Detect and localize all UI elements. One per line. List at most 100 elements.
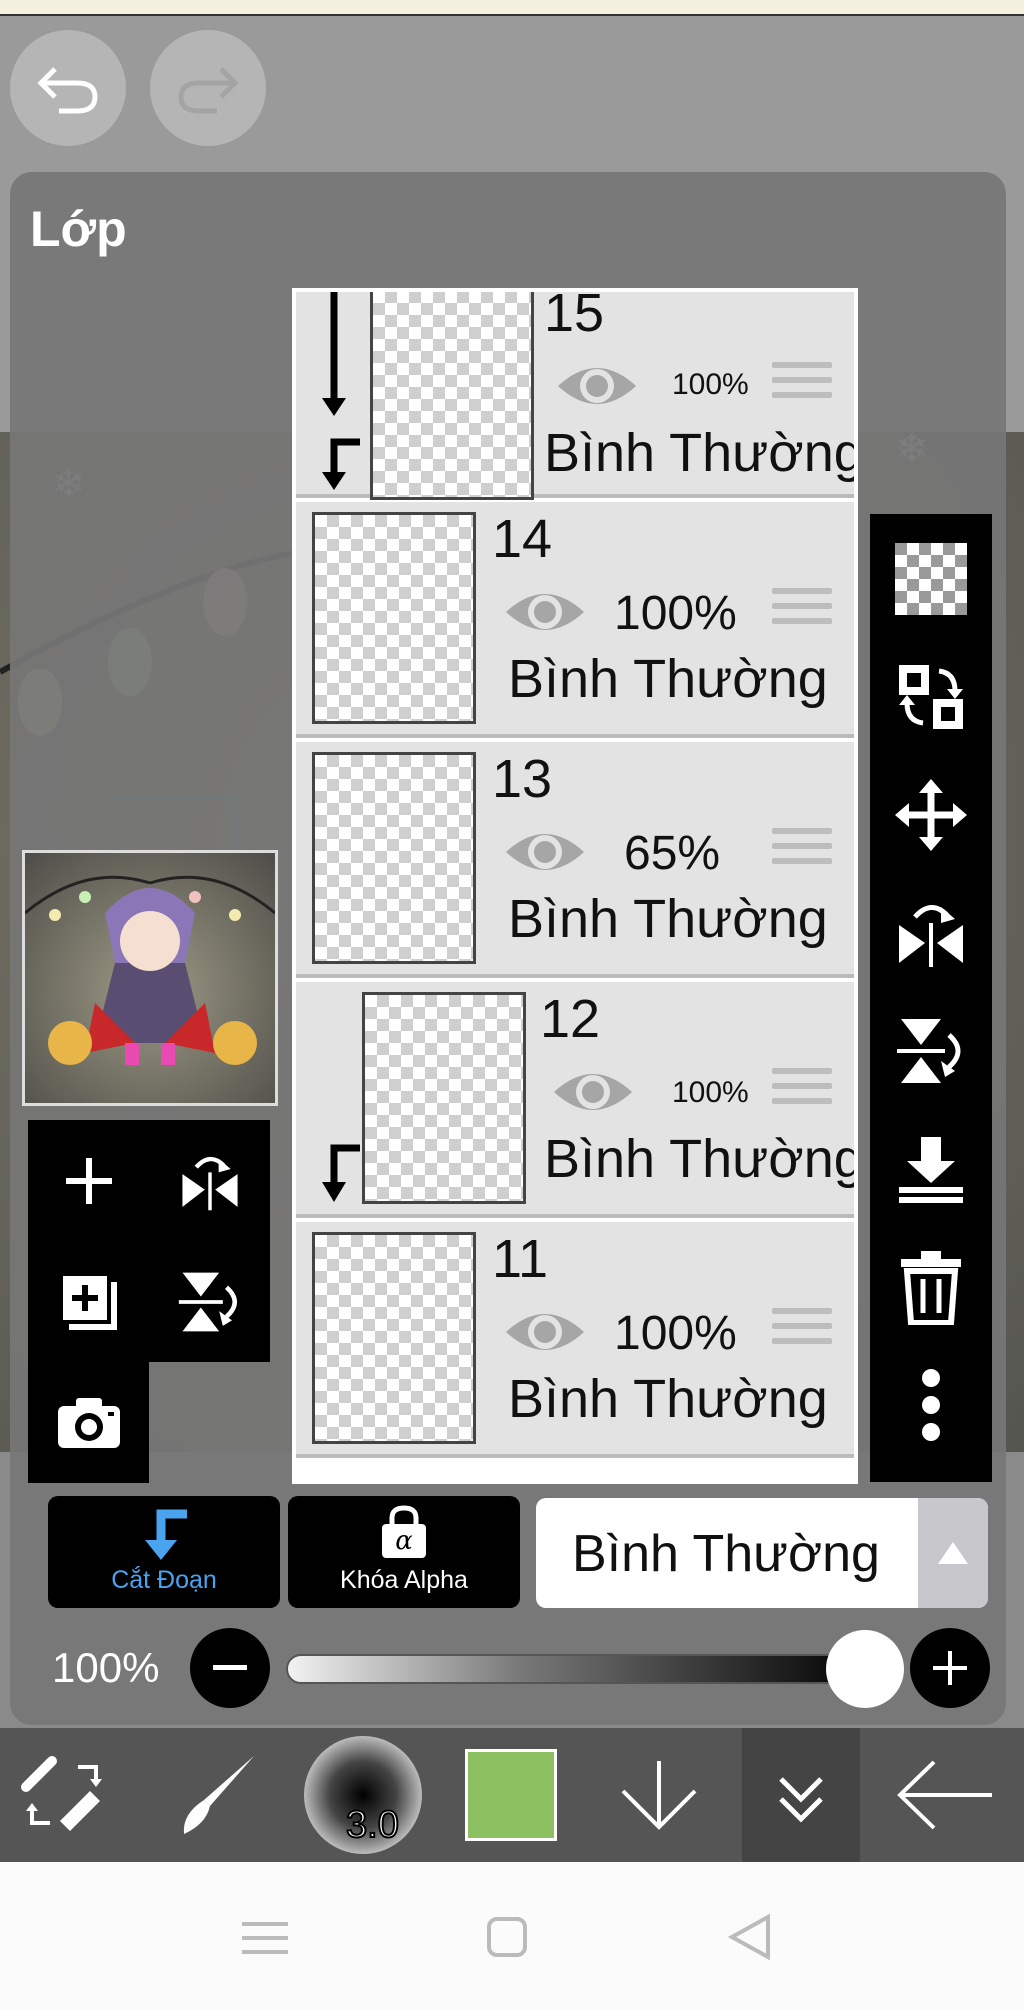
brush-icon <box>183 1756 254 1834</box>
drag-handle-icon[interactable] <box>772 362 832 414</box>
alpha-symbol: α <box>395 1526 413 1556</box>
plus-icon <box>933 1651 967 1685</box>
flip-horizontal-canvas-button[interactable] <box>149 1120 270 1241</box>
undo-button[interactable] <box>10 30 126 146</box>
plus-icon <box>65 1157 112 1204</box>
merge-down-button[interactable] <box>870 1114 992 1224</box>
flip-horizontal-button[interactable] <box>870 878 992 988</box>
eye-icon[interactable] <box>502 822 588 882</box>
status-strip <box>0 0 1024 16</box>
layers-panel-button[interactable] <box>742 1728 860 1862</box>
swap-layers-icon <box>899 665 963 729</box>
current-color-swatch <box>465 1749 557 1841</box>
layer-thumbnail <box>312 512 476 724</box>
layer-blend-mode: Bình Thường <box>508 649 828 709</box>
brush-tool-button[interactable] <box>150 1728 280 1862</box>
layer-list[interactable]: 15 100% Bình Thường 14 100% Bình Thường … <box>292 288 858 1484</box>
layer-thumbnail <box>370 292 534 500</box>
drag-handle-icon[interactable] <box>772 1068 832 1120</box>
drag-handle-icon[interactable] <box>772 588 832 640</box>
brush-size-button[interactable]: 3.0 <box>298 1728 428 1862</box>
back-triangle-icon[interactable] <box>728 1914 772 1960</box>
layer-blend-mode: Bình Thường <box>508 889 828 949</box>
layer-row-14[interactable]: 14 100% Bình Thường <box>296 502 854 738</box>
opacity-slider-knob[interactable] <box>826 1630 904 1708</box>
layer-add-tools <box>28 1120 270 1483</box>
artwork-preview <box>25 875 275 1065</box>
flip-vertical-icon <box>178 1272 237 1331</box>
blend-mode-select[interactable]: Bình Thường <box>536 1498 988 1608</box>
decrease-opacity-button[interactable] <box>190 1628 270 1708</box>
layer-number: 12 <box>540 989 601 1049</box>
layer-blend-mode: Bình Thường <box>508 1369 828 1429</box>
transparent-fill-button[interactable] <box>870 524 992 634</box>
undo-icon <box>37 67 98 114</box>
add-layer-button[interactable] <box>28 1120 149 1241</box>
clip-arrow-icon <box>322 292 360 490</box>
clipping-label: Cắt Đoạn <box>111 1566 217 1594</box>
clip-arrow-icon <box>322 1144 360 1202</box>
flip-vertical-icon <box>897 1019 961 1083</box>
flip-vertical-button[interactable] <box>870 996 992 1106</box>
layer-opacity: 100% <box>614 1307 737 1360</box>
camera-import-button[interactable] <box>28 1362 149 1483</box>
more-options-button[interactable] <box>870 1350 992 1460</box>
layer-thumbnail <box>312 1232 476 1444</box>
duplicate-layer-button[interactable] <box>28 1241 149 1362</box>
delete-layer-button[interactable] <box>870 1232 992 1342</box>
blend-mode-value: Bình Thường <box>572 1525 880 1583</box>
trash-icon <box>901 1251 961 1325</box>
layer-opacity: 65% <box>624 827 721 880</box>
clipping-arrow-icon <box>145 1509 187 1560</box>
layer-row-15[interactable]: 15 100% Bình Thường <box>296 292 854 500</box>
layer-down-button[interactable] <box>594 1728 724 1862</box>
layer-thumbnail <box>362 992 526 1204</box>
chevrons-down-icon <box>779 1777 823 1823</box>
clipping-button[interactable]: Cắt Đoạn <box>48 1496 280 1608</box>
move-layer-button[interactable] <box>870 760 992 870</box>
arrow-down-icon <box>621 1761 697 1830</box>
brush-eraser-swap-icon <box>21 1756 102 1831</box>
home-icon[interactable] <box>486 1916 528 1958</box>
eye-icon[interactable] <box>502 582 588 642</box>
color-picker-button[interactable] <box>446 1728 576 1862</box>
eye-icon[interactable] <box>554 356 640 416</box>
menu-icon[interactable] <box>242 1920 288 1956</box>
move-icon <box>895 779 967 851</box>
brush-size-value: 3.0 <box>345 1803 400 1847</box>
layer-row-13[interactable]: 13 65% Bình Thường <box>296 742 854 978</box>
back-button[interactable] <box>876 1728 1016 1862</box>
triangle-up-icon <box>938 1542 968 1564</box>
layer-row-11[interactable]: 11 100% Bình Thường <box>296 1222 854 1458</box>
layer-thumbnail <box>312 752 476 964</box>
flip-vertical-canvas-button[interactable] <box>149 1241 270 1362</box>
layer-actions-toolbar <box>870 514 992 1482</box>
system-navigation-bar <box>0 1862 1024 2010</box>
layer-row-12[interactable]: 12 100% Bình Thường <box>296 982 854 1218</box>
flip-horizontal-icon <box>899 905 963 967</box>
opacity-slider-track[interactable] <box>286 1654 872 1684</box>
layer-opacity: 100% <box>614 587 737 640</box>
brush-eraser-toggle-button[interactable] <box>0 1728 130 1862</box>
alpha-lock-button[interactable]: α Khóa Alpha <box>288 1496 520 1608</box>
merge-down-icon <box>899 1137 963 1203</box>
eye-icon[interactable] <box>550 1062 636 1122</box>
layer-opacity: 100% <box>672 1076 749 1109</box>
increase-opacity-button[interactable] <box>910 1628 990 1708</box>
drag-handle-icon[interactable] <box>772 1308 832 1360</box>
eye-icon[interactable] <box>502 1302 588 1362</box>
camera-icon <box>57 1397 120 1448</box>
duplicate-layer-icon <box>58 1271 117 1330</box>
redo-button[interactable] <box>150 30 266 146</box>
layer-blend-mode: Bình Thường <box>544 423 858 483</box>
layer-number: 11 <box>492 1229 549 1289</box>
drag-handle-icon[interactable] <box>772 828 832 880</box>
layer-number: 14 <box>492 509 553 569</box>
alpha-lock-label: Khóa Alpha <box>340 1566 468 1594</box>
swap-layers-button[interactable] <box>870 642 992 752</box>
redo-icon <box>178 67 239 114</box>
flip-horizontal-icon <box>181 1156 238 1210</box>
arrow-left-icon <box>897 1760 992 1830</box>
canvas-preview-thumbnail[interactable] <box>22 850 278 1106</box>
dropdown-arrow-button[interactable] <box>918 1498 988 1608</box>
